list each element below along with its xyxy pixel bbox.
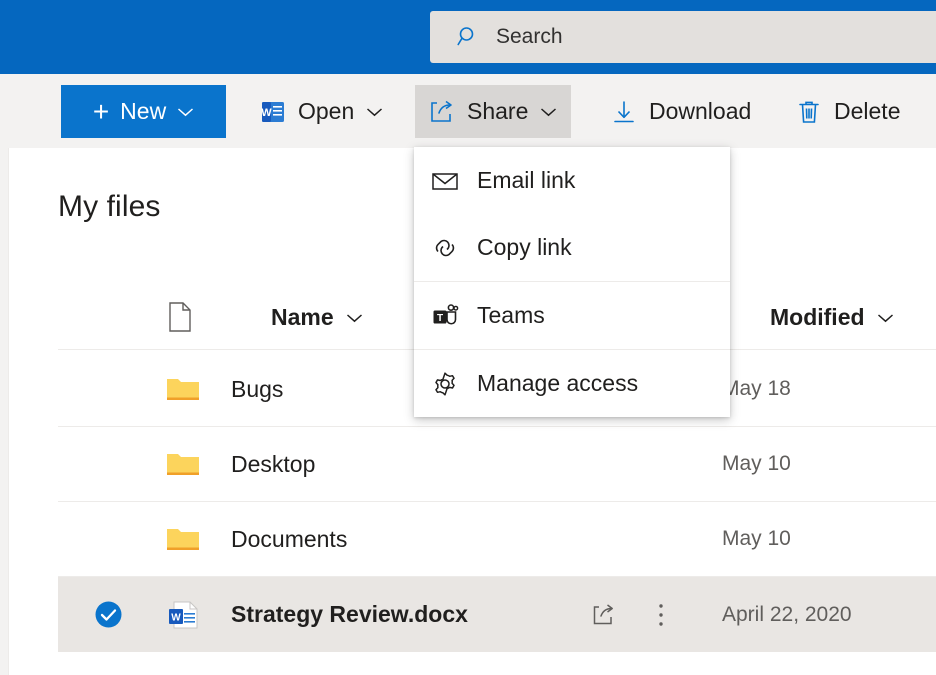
folder-icon bbox=[166, 525, 200, 553]
menu-item-email-link[interactable]: Email link bbox=[414, 147, 730, 214]
svg-text:T: T bbox=[437, 312, 443, 323]
plus-icon: + bbox=[93, 98, 109, 126]
share-dropdown-menu: Email link Copy link T Teams bbox=[414, 147, 730, 417]
table-row[interactable]: Desktop May 10 bbox=[58, 427, 936, 502]
download-button-label: Download bbox=[649, 98, 751, 125]
download-button[interactable]: Download bbox=[597, 85, 765, 138]
open-button-label: Open bbox=[298, 98, 354, 125]
file-modified: May 18 bbox=[722, 377, 791, 401]
envelope-icon bbox=[431, 167, 459, 195]
left-rail bbox=[0, 148, 9, 675]
trash-icon bbox=[796, 99, 822, 125]
svg-text:W: W bbox=[261, 107, 272, 119]
folder-icon bbox=[166, 450, 200, 478]
menu-item-teams[interactable]: T Teams bbox=[414, 282, 730, 349]
word-icon: W bbox=[260, 99, 286, 125]
file-modified: May 10 bbox=[722, 527, 791, 551]
delete-button-label: Delete bbox=[834, 98, 900, 125]
row-selected-checkbox[interactable] bbox=[95, 601, 122, 628]
column-header-name[interactable]: Name bbox=[271, 304, 363, 331]
column-header-modified[interactable]: Modified bbox=[770, 304, 894, 331]
file-name: Desktop bbox=[231, 451, 315, 478]
share-button[interactable]: Share bbox=[415, 85, 571, 138]
menu-item-label: Email link bbox=[477, 167, 575, 194]
download-icon bbox=[611, 99, 637, 125]
command-bar: + New W Open bbox=[0, 74, 936, 148]
table-row[interactable]: W Strategy Review.docx April 22, 2020 bbox=[58, 577, 936, 652]
delete-button[interactable]: Delete bbox=[782, 85, 914, 138]
new-button-label: New bbox=[120, 98, 166, 125]
menu-item-copy-link[interactable]: Copy link bbox=[414, 214, 730, 281]
folder-icon bbox=[166, 375, 200, 403]
file-name: Bugs bbox=[231, 376, 283, 403]
file-name: Documents bbox=[231, 526, 347, 553]
table-row[interactable]: Documents May 10 bbox=[58, 502, 936, 577]
column-header-name-label: Name bbox=[271, 304, 334, 331]
gear-icon bbox=[431, 370, 459, 398]
top-app-bar: Search bbox=[0, 0, 936, 74]
link-icon bbox=[431, 234, 459, 262]
search-icon bbox=[456, 25, 480, 49]
chevron-down-icon bbox=[346, 313, 363, 323]
row-share-icon[interactable] bbox=[591, 602, 617, 628]
chevron-down-icon bbox=[877, 313, 894, 323]
column-header-modified-label: Modified bbox=[770, 304, 865, 331]
menu-item-manage-access[interactable]: Manage access bbox=[414, 350, 730, 417]
file-name: Strategy Review.docx bbox=[231, 601, 468, 628]
menu-item-label: Manage access bbox=[477, 370, 638, 397]
new-button[interactable]: + New bbox=[61, 85, 226, 138]
file-modified: May 10 bbox=[722, 452, 791, 476]
onedrive-window: Search + New W Open bbox=[0, 0, 936, 675]
document-icon bbox=[168, 302, 192, 332]
page-title: My files bbox=[58, 190, 160, 224]
search-box[interactable]: Search bbox=[430, 11, 936, 63]
menu-item-label: Copy link bbox=[477, 234, 572, 261]
row-more-menu-icon[interactable] bbox=[658, 603, 664, 627]
file-modified: April 22, 2020 bbox=[722, 603, 852, 627]
open-button[interactable]: W Open bbox=[246, 85, 397, 138]
chevron-down-icon bbox=[366, 107, 383, 117]
word-file-icon: W bbox=[166, 601, 200, 629]
share-icon bbox=[429, 99, 455, 125]
chevron-down-icon bbox=[177, 107, 194, 117]
teams-icon: T bbox=[431, 302, 459, 330]
chevron-down-icon bbox=[540, 107, 557, 117]
svg-text:W: W bbox=[171, 612, 181, 623]
menu-item-label: Teams bbox=[477, 302, 545, 329]
search-placeholder: Search bbox=[496, 25, 563, 49]
share-button-label: Share bbox=[467, 98, 528, 125]
